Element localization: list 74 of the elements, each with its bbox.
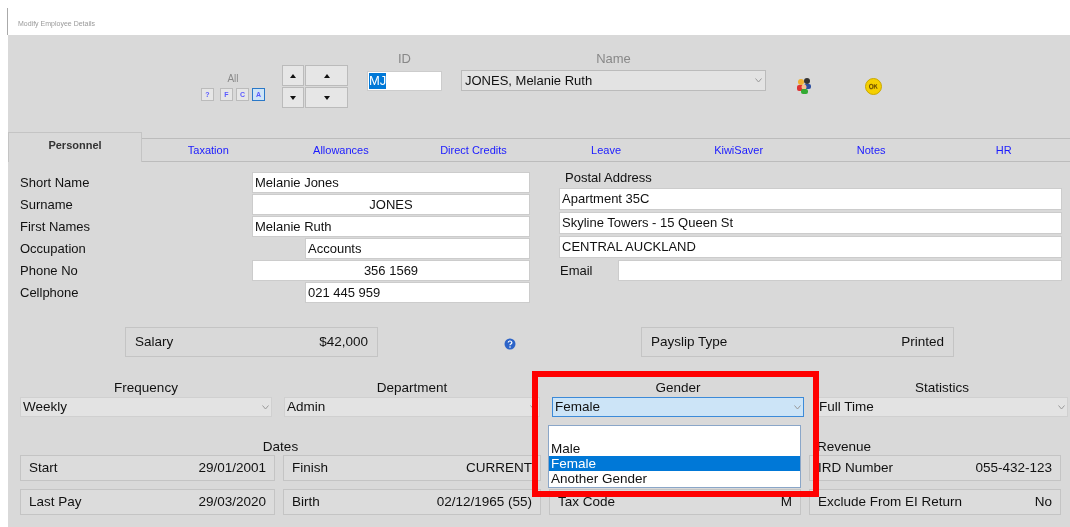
info-label: Start: [29, 458, 58, 477]
email-label: Email: [559, 261, 594, 280]
field-label: Cellphone: [20, 283, 80, 302]
dropdown-label: Department: [376, 380, 448, 396]
info-value: 055-432-123: [975, 458, 1052, 477]
tab[interactable]: Leave: [539, 138, 673, 162]
info-label: Last Pay: [29, 492, 82, 511]
info-value: No: [1034, 492, 1052, 511]
tab[interactable]: Direct Credits: [407, 138, 540, 162]
info-value: 02/12/1965 (55): [436, 492, 532, 511]
help-icon[interactable]: [504, 338, 516, 350]
text-field[interactable]: Melanie Ruth: [252, 216, 530, 237]
ok-icon[interactable]: [865, 78, 882, 95]
field-label: First Names: [20, 217, 92, 236]
dropdown-label: Gender: [655, 380, 701, 396]
tab[interactable]: Notes: [804, 138, 938, 162]
dropdown-option[interactable]: Female: [549, 456, 800, 471]
info-value: CURRENT: [466, 458, 532, 477]
field-label: Short Name: [20, 173, 91, 192]
chevron-down-icon: [755, 78, 762, 83]
info-value: M: [780, 492, 792, 511]
id-label: ID: [398, 51, 411, 67]
dropdown-label: Statistics: [915, 380, 969, 396]
address-field[interactable]: CENTRAL AUCKLAND: [559, 236, 1062, 258]
info-label: IRD Number: [818, 458, 893, 477]
tab[interactable]: Allowances: [274, 138, 408, 162]
info-label: Exclude From EI Return: [818, 492, 963, 511]
payslip-type-label: Payslip Type: [651, 332, 728, 351]
text-field[interactable]: JONES: [252, 194, 530, 215]
text-field[interactable]: 356 1569: [252, 260, 530, 281]
dropdown[interactable]: Female: [552, 397, 804, 417]
filter-label: All: [227, 73, 239, 85]
dropdown[interactable]: Weekly: [20, 397, 272, 417]
field-label: Occupation: [20, 239, 87, 258]
dropdown-option[interactable]: Another Gender: [549, 471, 800, 486]
id-field[interactable]: MJ: [367, 71, 442, 91]
text-field[interactable]: Accounts: [305, 238, 530, 259]
info-value: 29/01/2001: [198, 458, 266, 477]
salary-label: Salary: [135, 332, 174, 351]
address-field[interactable]: Skyline Towers - 15 Queen St: [559, 212, 1062, 234]
triangle-down-icon: [290, 95, 296, 100]
name-label: Name: [596, 51, 631, 67]
tab[interactable]: KiwiSaver: [672, 138, 805, 162]
text-field[interactable]: Melanie Jones: [252, 172, 530, 193]
dates-heading: Dates: [261, 439, 300, 455]
info-value: 29/03/2020: [198, 492, 266, 511]
previous-button[interactable]: [282, 65, 304, 86]
info-label: Birth: [292, 492, 320, 511]
payslip-type-value: Printed: [901, 332, 944, 351]
dropdown[interactable]: Admin: [284, 397, 540, 417]
dropdown[interactable]: Full Time: [816, 397, 1068, 417]
chevron-down-icon: [262, 404, 269, 410]
chevron-down-icon: [1058, 404, 1065, 410]
email-field[interactable]: [618, 260, 1062, 281]
triangle-up-icon: [290, 73, 296, 78]
tab[interactable]: Personnel: [8, 132, 142, 162]
address-field[interactable]: Apartment 35C: [559, 188, 1062, 210]
field-label: Phone No: [20, 261, 79, 280]
tab[interactable]: Taxation: [142, 138, 275, 162]
dropdown-option[interactable]: Male: [549, 441, 800, 456]
info-label: Tax Code: [558, 492, 616, 511]
triangle-up-icon: [323, 73, 330, 78]
triangle-down-icon: [323, 95, 330, 100]
chevron-down-icon: [794, 404, 801, 410]
tab[interactable]: HR: [937, 138, 1070, 162]
postal-address-label: Postal Address: [565, 169, 653, 187]
name-dropdown[interactable]: JONES, Melanie Ruth: [461, 70, 766, 91]
salary-value: $42,000: [319, 332, 368, 351]
field-label: Surname: [20, 195, 74, 214]
dropdown-label: Frequency: [114, 380, 178, 396]
text-field[interactable]: 021 445 959: [305, 282, 530, 303]
info-label: Finish: [292, 458, 328, 477]
people-icon[interactable]: [795, 76, 813, 94]
next-button[interactable]: [282, 87, 304, 108]
